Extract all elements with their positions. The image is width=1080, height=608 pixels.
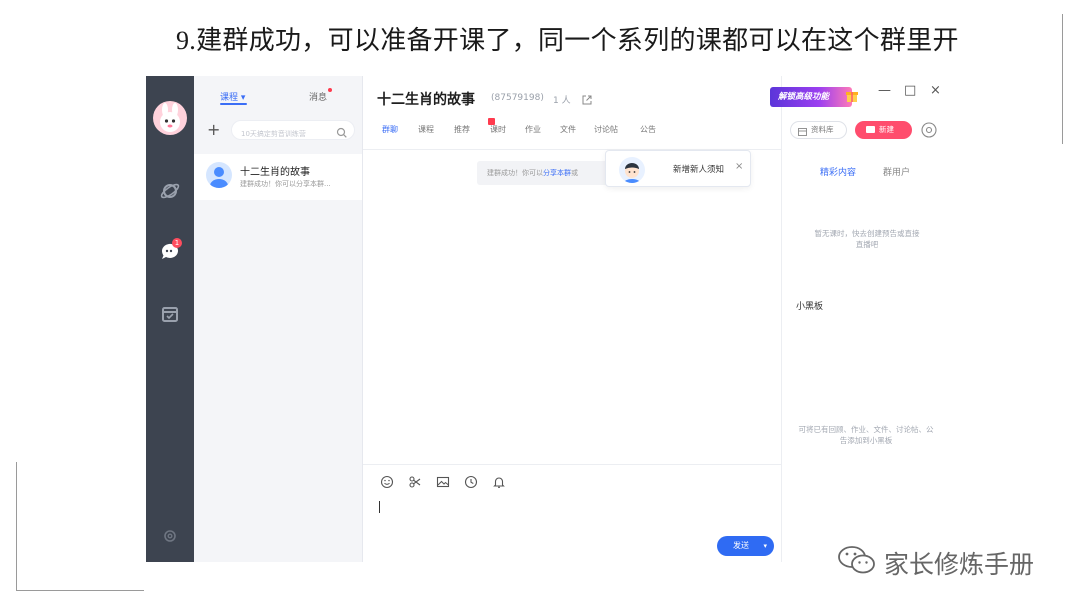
search-icon[interactable] [336,124,348,138]
tab-homework[interactable]: 作业 [525,124,541,135]
tab-group-chat[interactable]: 群聊 [382,124,398,135]
chat-title: 十二生肖的故事 [377,92,475,108]
send-options-arrow[interactable]: ▾ [763,536,767,556]
settings-icon[interactable] [158,524,182,548]
caption-step-number: 9. [176,26,197,55]
conversation-preview: 建群成功！你可以分享本群... [240,180,331,188]
close-window-icon[interactable]: × [930,84,941,97]
folder-icon [798,126,807,136]
external-link-icon[interactable] [581,91,593,105]
gear-icon[interactable] [920,121,938,139]
blackboard-title: 小黑板 [796,302,824,312]
conversation-title: 十二生肖的故事 [240,167,310,178]
tab-files[interactable]: 文件 [560,124,576,135]
new-button[interactable]: 新建 [855,121,912,139]
tab-group-users[interactable]: 群用户 [883,165,910,178]
image-icon[interactable] [436,474,450,488]
right-panel: 解锁高级功能 — □ × 资料库 新建 精彩内容 群用户 暂无课时，快去创建预告… [770,76,954,562]
minimize-icon[interactable]: — [878,84,891,97]
member-count[interactable]: 1 人 [553,93,571,106]
empty-lessons-hint: 暂无课时，快去创建预告或直接直播吧 [814,229,920,249]
tab-announcements[interactable]: 公告 [640,124,656,135]
tab-course[interactable]: 课程 ▾ [220,90,245,103]
unlock-premium-banner[interactable]: 解锁高级功能 [770,87,852,107]
camera-icon [866,126,875,133]
left-nav-rail: 1 [146,76,194,562]
list-tabs: 课程 ▾ 消息 [194,88,362,110]
library-label: 资料库 [811,125,834,134]
newcomer-guide-popup[interactable]: 新增新人须知 × [605,150,751,187]
tab-featured-content[interactable]: 精彩内容 [820,165,856,178]
close-icon[interactable]: × [735,161,743,172]
popup-text: 新增新人须知 [673,165,725,175]
composer-divider [363,464,781,465]
new-label: 新建 [879,125,894,134]
conversation-item[interactable]: 十二生肖的故事 建群成功！你可以分享本群... [194,154,362,200]
clock-icon[interactable] [464,474,478,489]
add-icon[interactable]: + [207,122,220,138]
frame-line-right [1062,14,1063,144]
wechat-icon [836,545,878,575]
bell-icon[interactable] [492,474,506,488]
library-button[interactable]: 资料库 [790,121,847,139]
blackboard-hint: 可将已有回顾、作业、文件、讨论帖、公告添加到小黑板 [798,425,934,445]
caption-text: 建群成功，可以准备开课了，同一个系列的课都可以在这个群里开 [196,26,959,56]
gift-icon [844,88,860,104]
page-caption: 9.建群成功，可以准备开课了，同一个系列的课都可以在这个群里开 [176,20,959,57]
emoji-icon[interactable] [380,474,394,489]
system-message-prefix: 建群成功！你可以 [487,169,543,177]
search-box [231,120,355,143]
tab-recommend[interactable]: 推荐 [454,124,470,135]
chat-main: 十二生肖的故事 (87579198) 1 人 群聊 课程 推荐 课时 作业 文件… [363,76,781,562]
messages-unread-dot [328,88,332,92]
tab-course[interactable]: 课程 [418,124,434,135]
system-message-suffix: 或 [571,169,578,177]
planet-icon[interactable] [158,179,182,203]
group-avatar [206,162,232,188]
tab-discussions[interactable]: 讨论帖 [594,124,618,135]
group-id: (87579198) [491,93,544,103]
tab-lessons[interactable]: 课时 [490,124,506,135]
send-button[interactable]: 发送 ▾ [717,536,774,556]
active-tab-indicator [220,103,247,105]
calendar-check-icon[interactable] [158,302,182,326]
conversation-list-panel: 课程 ▾ 消息 + 十二生肖的故事 建群成功！你可以分享本群... [194,76,363,562]
chat-badge: 1 [172,238,182,248]
frame-line-left [16,462,17,590]
send-label: 发送 [733,541,749,550]
maximize-icon[interactable]: □ [904,84,916,97]
text-cursor [379,501,380,513]
frame-line-bottom [16,590,144,591]
scissors-icon[interactable] [408,474,422,488]
watermark-text: 家长修炼手册 [884,550,1035,579]
guide-avatar [619,157,645,183]
share-group-link[interactable]: 分享本群 [543,169,571,177]
tab-messages[interactable]: 消息 [309,90,327,103]
user-avatar[interactable] [153,101,187,135]
app-window: 1 课程 ▾ 消息 + 10天搞定剪音训练营 十二生肖的故事 建群成功！你可以分… [146,76,954,562]
search-input[interactable] [232,125,332,143]
